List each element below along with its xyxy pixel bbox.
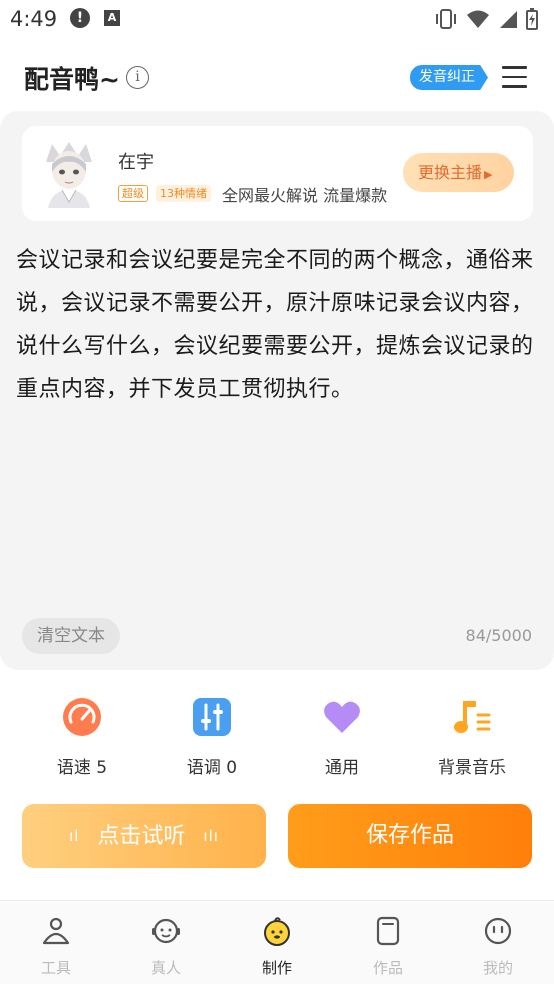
clear-text-button[interactable]: 清空文本 [22,618,120,654]
level-badge: 超级 [118,185,148,202]
preview-listen-button[interactable]: ıl 点击试听 ılı [22,804,266,868]
nav-label-create: 制作 [261,959,292,977]
vibrate-icon [436,9,456,29]
speaker-card[interactable]: 在宇 超级 13种情绪 全网最火解说 流量爆款 更换主播 ▶ [22,126,533,221]
editor-panel: 在宇 超级 13种情绪 全网最火解说 流量爆款 更换主播 ▶ 会议记录和会议纪要是… [0,111,554,670]
nav-item-create[interactable]: 制作 [237,915,317,978]
change-speaker-button[interactable]: 更换主播 ▶ [403,153,514,192]
status-bar: 4:49 ! A [0,0,554,38]
menu-icon[interactable] [502,66,527,88]
pitch-label: 语调 0 [186,758,238,778]
tools-icon [42,917,70,945]
nav-label-real-person: 真人 [150,959,181,977]
wifi-icon [467,10,489,28]
script-text-area[interactable]: 会议记录和会议纪要是完全不同的两个概念，通俗来说，会议记录不需要公开，原汁原味记… [16,239,540,411]
app-title: 配音鸭~ [24,65,120,94]
background-music-label: 背景音乐 [438,758,506,778]
document-icon [376,916,400,946]
notification-a-icon: A [104,10,120,26]
listen-label: 点击试听 [97,824,186,849]
slider-icon [193,698,231,736]
status-icons [434,8,538,30]
sound-wave-icon: ılı [203,827,219,845]
nav-item-real-person[interactable]: 真人 [126,915,206,978]
signal-icon [500,11,517,28]
battery-icon [526,8,538,30]
speaker-name: 在宇 [118,152,154,173]
speed-control[interactable]: 语速 5 [27,697,137,778]
nav-label-profile: 我的 [482,959,513,977]
background-music-control[interactable]: 背景音乐 [417,697,527,778]
sound-wave-icon: ıl [69,827,80,845]
status-time: 4:49 [10,7,58,31]
heart-icon [324,701,360,733]
nav-label-tools: 工具 [40,959,71,977]
music-note-icon [454,701,491,733]
save-work-button[interactable]: 保存作品 [288,804,532,868]
speaker-description: 全网最火解说 流量爆款 [222,186,388,205]
speaker-avatar [46,142,92,208]
change-speaker-label: 更换主播 [418,163,483,182]
style-control[interactable]: 通用 [287,697,397,778]
info-icon[interactable]: i [126,66,149,89]
nav-item-works[interactable]: 作品 [348,915,428,978]
nav-item-profile[interactable]: 我的 [458,915,538,978]
play-arrow-icon: ▶ [484,168,493,181]
speed-label: 语速 5 [56,758,108,778]
app-header: 配音鸭~ i 发音纠正 [0,52,554,104]
character-count: 84/5000 [465,626,532,645]
alert-icon: ! [70,8,90,28]
nav-item-tools[interactable]: 工具 [16,915,96,978]
nav-label-works: 作品 [372,959,403,977]
person-face-icon [152,918,180,944]
speedometer-icon [63,698,101,736]
emotion-badge: 13种情绪 [156,185,211,202]
bottom-navigation: 工具 真人 制作 作品 我的 [0,900,554,984]
pronunciation-correction-button[interactable]: 发音纠正 [410,65,488,90]
style-label: 通用 [325,758,359,778]
pitch-control[interactable]: 语调 0 [157,697,267,778]
profile-icon [484,917,512,945]
duck-icon [264,917,290,946]
